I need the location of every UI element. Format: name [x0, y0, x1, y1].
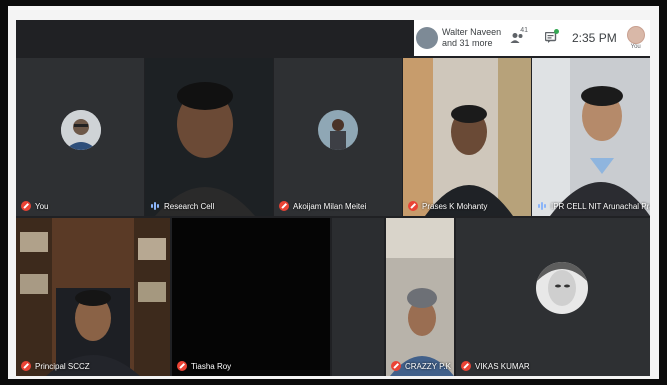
chat-button[interactable] [538, 23, 564, 53]
participant-tile[interactable]: Principal SCCZ [16, 218, 170, 376]
participant-tile[interactable]: Research Cell [145, 58, 273, 216]
speaking-indicator-icon [537, 201, 547, 211]
self-avatar [626, 26, 645, 44]
participant-tile[interactable] [332, 218, 384, 376]
participant-name: VIKAS KUMAR [461, 361, 530, 371]
participant-name: IPR CELL NIT Arunachal Pradesh [537, 201, 650, 211]
meet-window: Walter Naveen and 31 more 41 2:35 PM You… [16, 20, 650, 376]
participant-video [532, 58, 650, 216]
participant-tile[interactable]: VIKAS KUMAR [456, 218, 650, 376]
participant-tile[interactable]: Akoijam Milan Meitei [274, 58, 402, 216]
participant-name: CRAZZY P.K [391, 361, 451, 371]
participant-name: Akoijam Milan Meitei [279, 201, 366, 211]
speaking-indicator-icon [150, 201, 160, 211]
participant-video [403, 58, 531, 216]
participant-video [145, 58, 273, 216]
participant-name: You [21, 201, 49, 211]
clock: 2:35 PM [572, 31, 617, 45]
participant-tile[interactable]: CRAZZY P.K [386, 218, 454, 376]
participant-tile[interactable]: You [16, 58, 144, 216]
top-bar: Walter Naveen and 31 more 41 2:35 PM You [16, 20, 650, 56]
participant-name: Research Cell [150, 201, 214, 211]
mic-off-icon [408, 201, 418, 211]
participant-tile[interactable]: Prases K Mohanty [403, 58, 531, 216]
top-bar-controls: Walter Naveen and 31 more 41 2:35 PM You [414, 20, 650, 56]
self-label: You [630, 44, 641, 50]
participant-avatar [536, 262, 588, 314]
participant-avatar [61, 110, 101, 150]
chat-notification-dot [554, 29, 559, 34]
mic-off-icon [461, 361, 471, 371]
people-count: 41 [520, 27, 528, 34]
mic-off-icon [279, 201, 289, 211]
mic-off-icon [391, 361, 401, 371]
participants-label: Walter Naveen and 31 more [442, 27, 502, 48]
participant-tile[interactable]: Tiasha Roy [172, 218, 330, 376]
participant-avatar [318, 110, 358, 150]
participant-name: Principal SCCZ [21, 361, 90, 371]
people-button[interactable]: 41 [504, 23, 530, 53]
mic-off-icon [21, 361, 31, 371]
participant-avatar [416, 27, 438, 49]
mic-off-icon [177, 361, 187, 371]
participant-tile[interactable]: IPR CELL NIT Arunachal Pradesh [532, 58, 650, 216]
participant-name: Prases K Mohanty [408, 201, 487, 211]
participant-video [386, 218, 454, 376]
participant-name: Tiasha Roy [177, 361, 231, 371]
mic-off-icon [21, 201, 31, 211]
participant-video [16, 218, 170, 376]
self-view[interactable]: You [626, 26, 645, 50]
